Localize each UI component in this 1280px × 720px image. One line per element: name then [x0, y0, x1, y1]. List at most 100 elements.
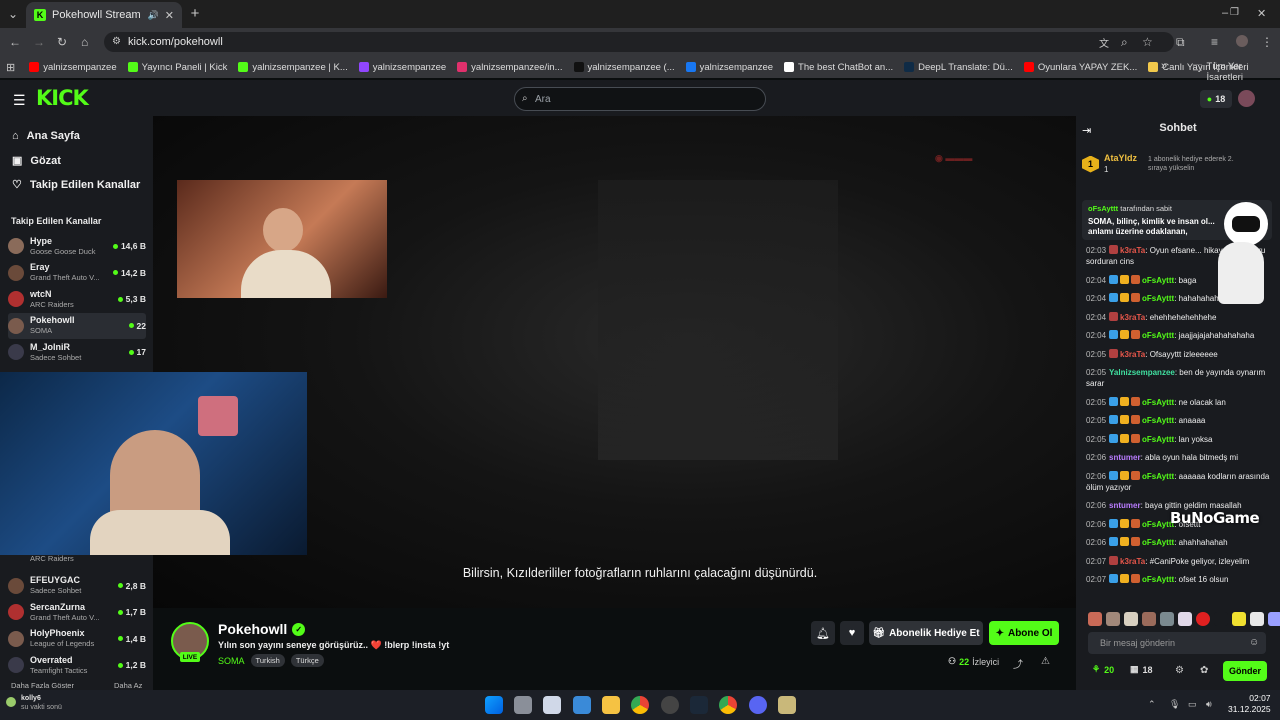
- tray-expand-icon[interactable]: ⌃: [1148, 699, 1156, 710]
- search-input[interactable]: ⌕ Ara: [514, 87, 766, 111]
- bookmark-item[interactable]: yalnizsempanzee (...: [573, 62, 675, 73]
- stream-category[interactable]: SOMA: [218, 656, 245, 666]
- emote-icon[interactable]: [1124, 612, 1138, 626]
- browser-menu-icon[interactable]: ⋮: [1261, 35, 1273, 49]
- sidebar-channel[interactable]: Eray Grand Theft Auto V... 14,2 B: [8, 260, 146, 286]
- user-avatar[interactable]: [1238, 90, 1255, 107]
- emote-icon[interactable]: [1160, 612, 1174, 626]
- chat-input[interactable]: Bir mesaj gönderin: [1088, 632, 1266, 654]
- app-icon[interactable]: [543, 696, 561, 714]
- chat-username[interactable]: k3raTa: [1120, 246, 1145, 255]
- follow-heart-button[interactable]: ♥: [840, 621, 864, 645]
- minimize-icon[interactable]: –: [1222, 7, 1228, 19]
- emote-icon[interactable]: [1142, 612, 1156, 626]
- nav-home[interactable]: ⌂ Ana Sayfa: [12, 130, 80, 142]
- chat-username[interactable]: sntumer: [1109, 453, 1141, 462]
- chat-bot-icon[interactable]: ✿: [1200, 665, 1208, 676]
- chat-settings-icon[interactable]: ⚙: [1175, 665, 1184, 676]
- emote-icon[interactable]: [1268, 612, 1280, 626]
- chat-username[interactable]: oFsAyttt: [1142, 472, 1174, 481]
- app-icon[interactable]: [661, 696, 679, 714]
- bookmark-item[interactable]: yalnizsempanzee | K...: [238, 62, 348, 73]
- chat-username[interactable]: oFsAyttt: [1142, 331, 1174, 340]
- show-less-link[interactable]: Daha Az: [114, 681, 142, 690]
- sidebar-channel[interactable]: Pokehowll SOMA 22: [8, 312, 146, 339]
- network-icon[interactable]: ▭: [1188, 699, 1197, 710]
- extensions-icon[interactable]: ⧉: [1176, 35, 1185, 50]
- chat-username[interactable]: oFsAyttt: [1142, 538, 1174, 547]
- app-icon[interactable]: [778, 696, 796, 714]
- nav-following[interactable]: ♡ Takip Edilen Kanallar: [12, 178, 140, 192]
- emote-icon[interactable]: [1232, 612, 1246, 626]
- chat-points[interactable]: ⚘ 20: [1092, 664, 1114, 675]
- emote-icon[interactable]: [1178, 612, 1192, 626]
- streamer-name[interactable]: Pokehowll: [218, 621, 287, 637]
- profile-avatar[interactable]: [1236, 35, 1248, 47]
- discord-icon[interactable]: [749, 696, 767, 714]
- show-more-link[interactable]: Daha Fazla Göster: [11, 681, 74, 690]
- more-bookmarks-icon[interactable]: »: [1161, 60, 1167, 72]
- bookmark-item[interactable]: DeepL Translate: Dü...: [904, 62, 1013, 73]
- apps-grid-icon[interactable]: ⊞: [6, 61, 15, 74]
- widget-text[interactable]: kolly6 su vakti sonü: [21, 694, 62, 712]
- sidebar-channel[interactable]: Hype Goose Goose Duck 14,6 B: [8, 233, 146, 259]
- sidebar-channel[interactable]: SercanZurna Grand Theft Auto V... 1,7 B: [8, 599, 146, 625]
- chat-username[interactable]: k3raTa: [1120, 313, 1145, 322]
- emote-icon[interactable]: [1106, 612, 1120, 626]
- close-tab-icon[interactable]: ✕: [165, 9, 174, 22]
- points-badge[interactable]: ● 18: [1200, 90, 1232, 108]
- bookmark-item[interactable]: yalnizsempanzee: [29, 62, 117, 73]
- sidebar-channel[interactable]: M_JolniR Sadece Sohbet 17: [8, 339, 146, 365]
- zoom-icon[interactable]: ⌕: [1121, 35, 1128, 50]
- bookmark-item[interactable]: Oyunlara YAPAY ZEK...: [1023, 62, 1137, 73]
- tab-list-icon[interactable]: ⌄: [6, 7, 20, 21]
- restore-icon[interactable]: ❐: [1230, 7, 1239, 18]
- task-view-icon[interactable]: [514, 696, 532, 714]
- bookmark-item[interactable]: Yayıncı Paneli | Kick: [127, 62, 227, 73]
- menu-hamburger-icon[interactable]: ☰: [13, 92, 26, 109]
- file-explorer-icon[interactable]: [602, 696, 620, 714]
- media-controls-icon[interactable]: ≡: [1211, 35, 1218, 49]
- top-gifter-name[interactable]: AtaYldz: [1104, 153, 1137, 164]
- emote-icon[interactable]: [1214, 612, 1228, 626]
- subscribe-button[interactable]: ✦ Abone Ol: [989, 621, 1059, 645]
- gift-sub-button[interactable]: 🎁︎ Abonelik Hediye Et: [869, 621, 983, 645]
- site-info-icon[interactable]: ⚙: [112, 36, 121, 47]
- emoji-picker-icon[interactable]: ☺: [1249, 637, 1259, 648]
- chat-username[interactable]: oFsAyttt: [1142, 575, 1174, 584]
- chat-username[interactable]: sntumer: [1109, 501, 1141, 510]
- chat-username[interactable]: Yalnizsempanzee: [1109, 368, 1175, 377]
- share-icon[interactable]: ⤴: [1013, 656, 1023, 671]
- chat-username[interactable]: oFsAyttt: [1142, 435, 1174, 444]
- chat-username[interactable]: k3raTa: [1120, 557, 1145, 566]
- back-icon[interactable]: ←: [9, 35, 21, 49]
- translate-icon[interactable]: 文: [1099, 35, 1109, 50]
- sidebar-channel[interactable]: EFEUYGAC Sadece Sohbet 2,8 B: [8, 573, 146, 599]
- emote-icon[interactable]: [1250, 612, 1264, 626]
- chat-username[interactable]: oFsAyttt: [1142, 276, 1174, 285]
- bookmark-item[interactable]: yalnizsempanzee/in...: [457, 62, 563, 73]
- url-bar[interactable]: kick.com/pokehowll: [104, 32, 1174, 52]
- reload-icon[interactable]: ↻: [57, 35, 67, 49]
- new-tab-icon[interactable]: +: [188, 5, 202, 22]
- emote-icon[interactable]: [1088, 612, 1102, 626]
- stream-tag[interactable]: Türkçe: [290, 654, 324, 667]
- weather-icon[interactable]: [6, 697, 16, 707]
- emote-icon[interactable]: [1196, 612, 1210, 626]
- stream-tag[interactable]: Turkish: [250, 654, 285, 667]
- send-button[interactable]: Gönder: [1223, 661, 1267, 681]
- chrome-icon[interactable]: [719, 696, 737, 714]
- notification-bell-button[interactable]: 🔔︎: [811, 621, 835, 645]
- forward-icon[interactable]: →: [33, 35, 45, 49]
- bookmark-item[interactable]: yalnizsempanzee: [685, 62, 773, 73]
- chat-username[interactable]: oFsAyttt: [1142, 416, 1174, 425]
- chat-username[interactable]: oFsAyttt: [1142, 398, 1174, 407]
- home-button-icon[interactable]: ⌂: [81, 35, 88, 49]
- sidebar-channel[interactable]: wtcN ARC Raiders 5,3 B: [8, 286, 146, 312]
- photos-icon[interactable]: [573, 696, 591, 714]
- chat-username[interactable]: oFsAyttt: [1142, 294, 1174, 303]
- report-icon[interactable]: ⚠: [1041, 656, 1050, 667]
- volume-icon[interactable]: 🔊︎: [1206, 699, 1212, 710]
- speaker-icon[interactable]: 🔊: [148, 10, 159, 21]
- sidebar-channel[interactable]: Overrated Teamfight Tactics 1,2 B: [8, 652, 146, 678]
